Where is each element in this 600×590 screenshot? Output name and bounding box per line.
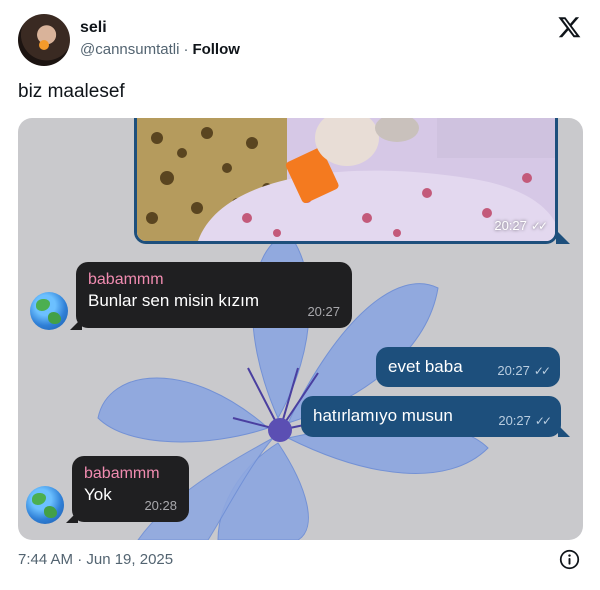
sender-name: babammm: [88, 271, 164, 288]
message-text: Yok: [84, 485, 112, 504]
message-text: evet baba: [388, 357, 463, 376]
double-check-icon: ✓✓: [534, 414, 552, 428]
author-avatar[interactable]: [18, 14, 70, 66]
double-check-icon: ✓✓: [533, 364, 551, 378]
message-bubble-incoming[interactable]: babammm Yok 20:28: [72, 456, 189, 522]
photo-time: 20:27 ✓✓: [494, 218, 548, 233]
globe-land: [48, 312, 61, 324]
author-name[interactable]: seli: [80, 18, 240, 38]
globe-icon[interactable]: [30, 292, 68, 330]
message-time: 20:27: [497, 363, 530, 378]
avatar-detail: [39, 40, 49, 50]
globe-land: [44, 506, 57, 518]
message-bubble-outgoing[interactable]: hatırlamıyo musun 20:27 ✓✓: [301, 396, 561, 437]
double-check-icon: ✓✓: [530, 219, 548, 233]
message-time: 20:27: [307, 304, 340, 319]
tweet-text: biz maalesef: [18, 81, 125, 102]
globe-land: [32, 493, 46, 505]
author-handle-line: @cannsumtatli · Follow: [80, 39, 240, 61]
message-text: hatırlamıyo musun: [313, 406, 453, 425]
x-logo-icon[interactable]: [557, 15, 582, 39]
message-bubble-outgoing[interactable]: evet baba 20:27 ✓✓: [376, 347, 560, 387]
follow-button[interactable]: Follow: [192, 41, 240, 58]
info-icon[interactable]: [559, 549, 580, 570]
message-time: 20:28: [144, 498, 177, 513]
message-time: 20:27: [498, 413, 531, 428]
message-text: Bunlar sen misin kızım: [88, 291, 259, 310]
globe-land: [36, 299, 50, 311]
author-block: seli @cannsumtatli · Follow: [80, 18, 240, 61]
message-time-group: 20:27 ✓✓: [498, 413, 552, 428]
globe-icon[interactable]: [26, 486, 64, 524]
message-bubble-incoming[interactable]: babammm Bunlar sen misin kızım 20:27: [76, 262, 352, 328]
tweet-media[interactable]: 20:27 ✓✓ babammm Bunlar sen misin kızım 2…: [18, 118, 583, 540]
message-time-group: 20:27 ✓✓: [497, 363, 551, 378]
separator-dot: ·: [183, 41, 189, 58]
photo-message[interactable]: 20:27 ✓✓: [134, 118, 558, 244]
tweet-timestamp[interactable]: 7:44 AM · Jun 19, 2025: [18, 550, 173, 570]
photo-timestamp: 20:27: [494, 218, 527, 233]
sender-name: babammm: [84, 465, 160, 482]
author-handle[interactable]: @cannsumtatli: [80, 41, 179, 58]
